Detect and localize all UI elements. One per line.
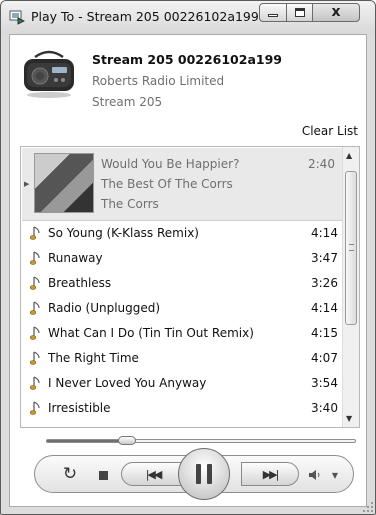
scroll-up-icon[interactable]: ▲ — [346, 151, 352, 160]
scrollbar-thumb[interactable] — [345, 171, 357, 325]
speaker-icon — [309, 470, 320, 480]
pause-icon-bar — [196, 464, 201, 484]
track-duration: 4:15 — [311, 326, 338, 340]
music-note-icon — [30, 301, 40, 315]
repeat-icon: ↻ — [62, 464, 78, 484]
now-playing-item[interactable]: ▶ Would You Be Happier? The Best Of The … — [22, 148, 342, 221]
clear-list-link[interactable]: Clear List — [302, 124, 358, 138]
music-note-icon — [30, 351, 40, 365]
content-area: Stream 205 00226102a199 Roberts Radio Li… — [9, 34, 367, 507]
minimize-button[interactable] — [259, 3, 287, 22]
playlist-scrollbar[interactable]: ▲ ▼ — [342, 147, 359, 427]
volume-button[interactable] — [305, 465, 327, 485]
next-icon: ▶▶| — [262, 467, 280, 481]
track-duration: 3:47 — [311, 251, 338, 265]
track-title: Irresistible — [48, 401, 111, 415]
seek-thumb[interactable] — [118, 436, 137, 445]
album-art — [34, 153, 94, 213]
play-to-window: Play To - Stream 205 00226102a199 x Stre… — [0, 0, 376, 515]
list-item[interactable]: Breathless 3:26 — [22, 271, 342, 296]
track-title: I Never Loved You Anyway — [48, 376, 207, 390]
list-item[interactable]: So Young (K-Klass Remix) 4:14 — [22, 221, 342, 246]
track-title: Breathless — [48, 276, 112, 290]
device-model: Stream 205 — [92, 95, 163, 109]
seek-bar[interactable] — [46, 436, 356, 445]
track-duration: 4:14 — [311, 226, 338, 240]
list-item[interactable]: Irresistible 3:40 — [22, 396, 342, 421]
music-note-icon — [30, 276, 40, 290]
pause-icon-bar — [207, 464, 212, 484]
track-title: So Young (K-Klass Remix) — [48, 226, 199, 240]
now-playing-album: The Best Of The Corrs — [101, 177, 233, 191]
seek-progress — [47, 440, 128, 442]
track-duration: 4:07 — [311, 351, 338, 365]
track-duration: 3:40 — [311, 401, 338, 415]
track-title: The Right Time — [48, 351, 139, 365]
volume-dropdown[interactable]: ▼ — [327, 465, 343, 485]
close-icon: x — [331, 4, 341, 20]
list-item[interactable]: I Never Loved You Anyway 3:54 — [22, 371, 342, 396]
previous-icon: |◀◀ — [145, 467, 163, 481]
stop-button[interactable] — [93, 465, 113, 485]
list-item[interactable]: The Right Time 4:07 — [22, 346, 342, 371]
repeat-button[interactable]: ↻ — [59, 463, 81, 485]
list-item[interactable]: What Can I Do (Tin Tin Out Remix) 4:15 — [22, 321, 342, 346]
play-to-icon — [9, 10, 25, 25]
device-name: Stream 205 00226102a199 — [92, 52, 282, 67]
track-duration: 4:14 — [311, 301, 338, 315]
list-item[interactable]: Radio (Unplugged) 4:14 — [22, 296, 342, 321]
title-bar[interactable]: Play To - Stream 205 00226102a199 x — [1, 1, 375, 33]
maximize-icon — [295, 8, 305, 17]
maximize-button[interactable] — [286, 3, 313, 22]
music-note-icon — [30, 326, 40, 340]
list-item[interactable]: Runaway 3:47 — [22, 246, 342, 271]
track-title: What Can I Do (Tin Tin Out Remix) — [48, 326, 254, 340]
window-title: Play To - Stream 205 00226102a199 — [31, 9, 259, 24]
now-playing-duration: 2:40 — [308, 157, 335, 171]
chevron-down-icon: ▼ — [331, 470, 339, 480]
track-title: Runaway — [48, 251, 103, 265]
stop-icon — [98, 470, 108, 480]
close-button[interactable]: x — [312, 3, 360, 22]
music-note-icon — [30, 401, 40, 415]
device-manufacturer: Roberts Radio Limited — [92, 74, 225, 88]
previous-button[interactable]: |◀◀ — [121, 462, 185, 486]
next-button[interactable]: ▶▶| — [241, 462, 299, 486]
grip-icon — [349, 244, 354, 251]
resize-grip-icon[interactable] — [362, 501, 374, 513]
transport-controls: ↻ |◀◀ ▶▶| ▼ — [34, 448, 354, 500]
radio-icon — [24, 50, 74, 98]
now-playing-title: Would You Be Happier? — [101, 157, 240, 171]
minimize-icon — [268, 14, 278, 17]
playlist: ▶ Would You Be Happier? The Best Of The … — [20, 146, 360, 428]
now-playing-artist: The Corrs — [101, 197, 159, 211]
track-duration: 3:54 — [311, 376, 338, 390]
now-playing-indicator-icon: ▶ — [24, 180, 30, 188]
track-title: Radio (Unplugged) — [48, 301, 161, 315]
music-note-icon — [30, 251, 40, 265]
track-duration: 3:26 — [311, 276, 338, 290]
music-note-icon — [30, 226, 40, 240]
playlist-rows: So Young (K-Klass Remix) 4:14 Runaway 3:… — [22, 221, 342, 421]
scroll-down-icon[interactable]: ▼ — [346, 414, 352, 423]
pause-button[interactable] — [178, 448, 230, 500]
music-note-icon — [30, 376, 40, 390]
